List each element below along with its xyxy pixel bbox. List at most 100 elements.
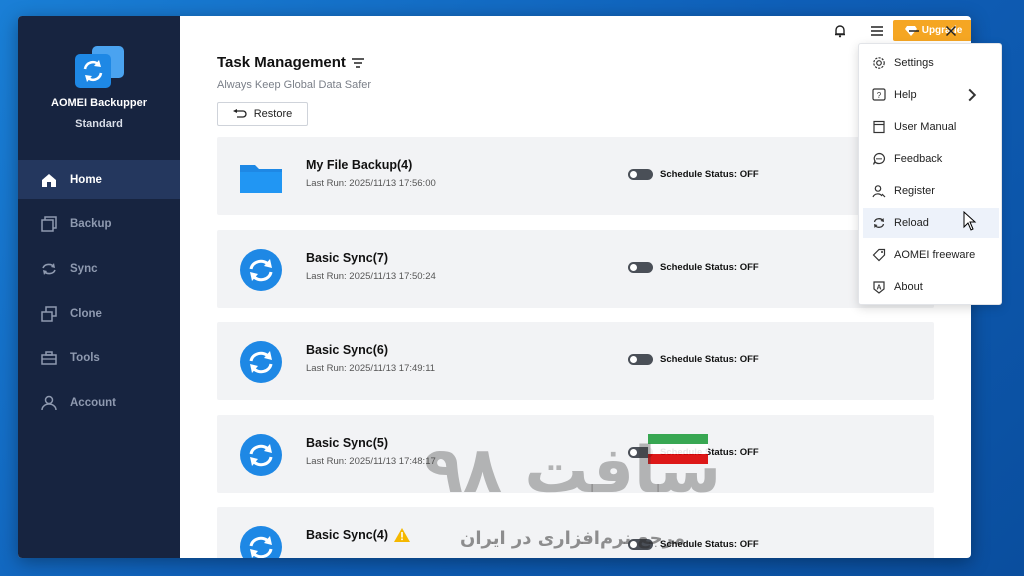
menu-item-user-manual[interactable]: User Manual xyxy=(863,112,999,142)
tools-icon xyxy=(41,351,57,365)
restore-button[interactable]: Restore xyxy=(217,102,308,126)
chevron-right-icon xyxy=(968,88,977,102)
sidebar-item-label: Backup xyxy=(70,218,112,231)
main-content: Upgrade Task Management Always Keep Glob… xyxy=(180,16,971,558)
task-list: My File Backup(4) Last Run: 2025/11/13 1… xyxy=(217,137,934,558)
menu-item-register[interactable]: Register xyxy=(863,176,999,206)
menu-item-label: Settings xyxy=(894,57,934,69)
app-edition: Standard xyxy=(75,118,123,130)
menu-item-settings[interactable]: Settings xyxy=(863,48,999,78)
filter-icon[interactable] xyxy=(351,57,364,68)
gear-icon xyxy=(873,57,885,69)
task-name: Basic Sync(6) xyxy=(306,343,388,357)
schedule-status-text: Schedule Status: OFF xyxy=(660,169,759,180)
undo-icon xyxy=(232,109,247,118)
app-window: AOMEI Backupper Standard Home Backup Syn… xyxy=(18,16,971,558)
task-card[interactable]: Basic Sync(5) Last Run: 2025/11/13 17:48… xyxy=(217,414,934,493)
sidebar-item-label: Home xyxy=(70,173,102,186)
app-name: AOMEI Backupper xyxy=(51,97,147,109)
sidebar-item-tools[interactable]: Tools xyxy=(18,339,180,378)
sync-task-icon xyxy=(239,340,283,384)
reload-icon xyxy=(873,218,885,228)
task-last-run: Last Run: 2025/11/13 17:50:24 xyxy=(306,270,436,282)
schedule-status: Schedule Status: OFF xyxy=(628,354,759,365)
sidebar-item-label: Tools xyxy=(70,352,100,365)
menu-item-label: Feedback xyxy=(894,153,943,165)
sidebar-item-backup[interactable]: Backup xyxy=(18,205,180,244)
task-name: Basic Sync(5) xyxy=(306,435,388,450)
menu-item-label: Reload xyxy=(894,217,929,229)
menu-item-label: About xyxy=(894,281,923,293)
about-icon: A xyxy=(873,281,885,294)
folder-icon xyxy=(239,155,283,199)
menu-item-label: Register xyxy=(894,185,935,197)
task-card[interactable]: Basic Sync(6) Last Run: 2025/11/13 17:49… xyxy=(217,322,934,400)
schedule-toggle[interactable] xyxy=(628,261,653,273)
schedule-toggle[interactable] xyxy=(628,539,653,550)
sync-task-icon xyxy=(239,248,283,292)
menu-item-reload[interactable]: Reload xyxy=(863,208,999,238)
svg-text:A: A xyxy=(876,285,881,292)
menu-item-label: AOMEI freeware xyxy=(894,249,976,261)
schedule-toggle[interactable] xyxy=(628,169,653,180)
clone-icon xyxy=(41,305,57,322)
page-title: Task Management xyxy=(217,54,364,71)
schedule-status-text: Schedule Status: OFF xyxy=(660,539,759,550)
schedule-toggle[interactable] xyxy=(628,354,653,365)
tag-icon xyxy=(872,248,886,262)
sidebar-item-account[interactable]: Account xyxy=(18,383,180,422)
main-menu-dropdown: Settings ? Help User Manual Feedback Reg… xyxy=(858,43,1002,305)
menu-item-aomei-freeware[interactable]: AOMEI freeware xyxy=(863,240,999,270)
svg-text:?: ? xyxy=(877,91,882,100)
menu-icon[interactable] xyxy=(868,22,886,40)
sidebar-item-label: Clone xyxy=(70,307,102,320)
schedule-status-text: Schedule Status: OFF xyxy=(660,446,759,458)
mouse-cursor-icon xyxy=(963,211,977,231)
task-last-run: Last Run: 2025/11/13 17:56:00 xyxy=(306,178,436,189)
app-logo-icon xyxy=(72,45,126,89)
sidebar-item-home[interactable]: Home xyxy=(18,160,180,199)
menu-item-about[interactable]: A About xyxy=(863,272,999,302)
task-last-run: Last Run: 2025/11/13 17:48:17 xyxy=(306,455,436,467)
schedule-status: Schedule Status: OFF xyxy=(628,539,759,550)
task-card[interactable]: My File Backup(4) Last Run: 2025/11/13 1… xyxy=(217,137,934,215)
schedule-status-text: Schedule Status: OFF xyxy=(660,261,759,273)
warning-icon xyxy=(393,528,410,542)
task-name: My File Backup(4) xyxy=(306,158,413,172)
bell-icon[interactable] xyxy=(831,22,849,40)
schedule-status: Schedule Status: OFF xyxy=(628,261,759,273)
restore-label: Restore xyxy=(253,108,293,120)
task-name: Basic Sync(7) xyxy=(306,250,388,265)
menu-item-help[interactable]: ? Help xyxy=(863,80,999,110)
manual-icon xyxy=(873,120,885,134)
sync-task-icon xyxy=(239,433,283,477)
task-card[interactable]: Basic Sync(7) Last Run: 2025/11/13 17:50… xyxy=(217,229,934,308)
sidebar: AOMEI Backupper Standard Home Backup Syn… xyxy=(18,16,180,558)
sync-icon xyxy=(42,262,56,275)
home-icon xyxy=(42,173,56,187)
schedule-status: Schedule Status: OFF xyxy=(628,446,759,458)
schedule-status-text: Schedule Status: OFF xyxy=(660,354,759,365)
task-last-run: Last Run: 2025/11/13 17:49:11 xyxy=(306,363,436,374)
sidebar-item-clone[interactable]: Clone xyxy=(18,294,180,333)
menu-item-label: User Manual xyxy=(894,121,957,133)
sidebar-nav: Home Backup Sync Clone Tools Account xyxy=(18,160,180,428)
task-name: Basic Sync(4) xyxy=(306,528,410,542)
task-card[interactable]: Basic Sync(4) Schedule Status: OFF xyxy=(217,507,934,558)
sidebar-item-sync[interactable]: Sync xyxy=(18,249,180,288)
backup-icon xyxy=(41,216,57,232)
help-icon: ? xyxy=(872,88,886,101)
account-icon xyxy=(41,395,57,411)
task-name-text: Basic Sync(4) xyxy=(306,528,388,542)
sidebar-item-label: Account xyxy=(70,396,116,409)
page-title-text: Task Management xyxy=(217,54,346,71)
sync-task-icon xyxy=(239,525,283,558)
page-subtitle: Always Keep Global Data Safer xyxy=(217,79,372,91)
schedule-status: Schedule Status: OFF xyxy=(628,169,759,180)
schedule-toggle[interactable] xyxy=(628,446,653,458)
menu-item-feedback[interactable]: Feedback xyxy=(863,144,999,174)
register-icon xyxy=(872,185,886,198)
feedback-icon xyxy=(872,152,886,165)
close-icon[interactable] xyxy=(942,22,960,40)
minimize-icon[interactable] xyxy=(905,22,923,40)
